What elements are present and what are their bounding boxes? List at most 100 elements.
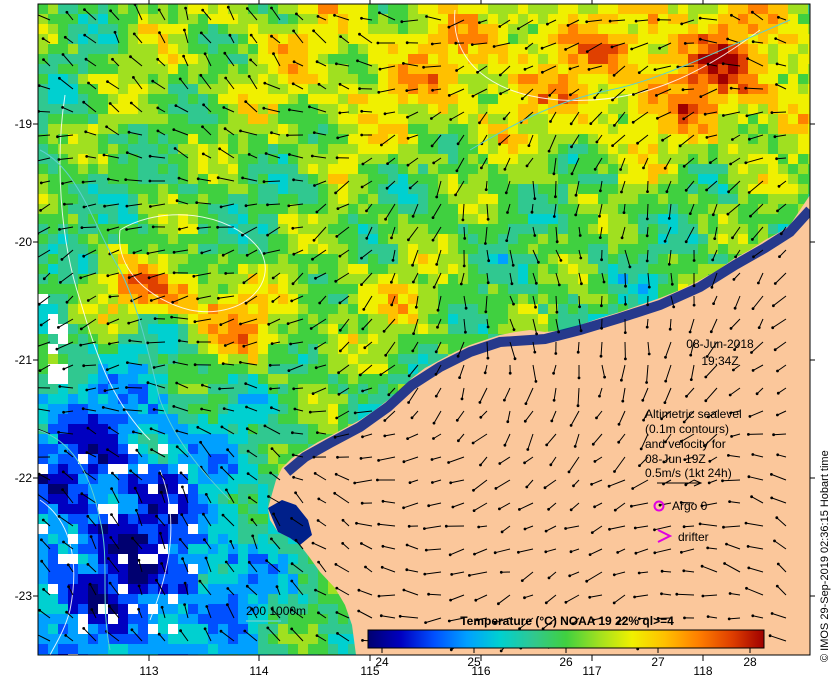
sst-cell [298, 404, 308, 414]
sst-cell [768, 124, 778, 134]
sst-cell [218, 534, 228, 544]
sst-cell [178, 24, 188, 34]
sst-cell [358, 394, 368, 404]
sst-cell [108, 254, 118, 264]
sst-cell [618, 244, 628, 254]
sst-cell [148, 124, 158, 134]
sst-cell [368, 334, 378, 344]
sst-cell [418, 314, 428, 324]
sst-cell [148, 134, 158, 144]
sst-cell [138, 104, 148, 114]
sst-cell [338, 194, 348, 204]
sst-cell [308, 614, 318, 624]
sst-cell [188, 614, 198, 624]
sst-cell [358, 214, 368, 224]
sst-cell [98, 84, 108, 94]
sst-cell [78, 194, 88, 204]
sst-cell [578, 174, 588, 184]
sst-cell [228, 324, 238, 334]
sst-cell [318, 324, 328, 334]
sst-cell [448, 64, 458, 74]
sst-cell [418, 284, 428, 294]
sst-cell [258, 274, 268, 284]
sst-cell [258, 474, 268, 484]
sst-cell [128, 94, 138, 104]
sst-cell [618, 4, 628, 14]
sst-cell [778, 74, 788, 84]
sst-cell [168, 464, 178, 474]
sst-cell [528, 294, 538, 304]
sst-cell [98, 34, 108, 44]
sst-cell [98, 404, 108, 414]
sst-cell [178, 164, 188, 174]
sst-cell [68, 114, 78, 124]
sst-cell [218, 504, 228, 514]
sst-cell [628, 64, 638, 74]
sst-cell [468, 4, 478, 14]
sst-cell [288, 94, 298, 104]
sst-cell [688, 214, 698, 224]
sst-cell [208, 24, 218, 34]
sst-cell [128, 564, 138, 574]
sst-cell [368, 114, 378, 124]
sst-cell [268, 104, 278, 114]
sst-cell [88, 114, 98, 124]
sst-cell [768, 44, 778, 54]
sst-cell [468, 114, 478, 124]
sst-cell [328, 594, 338, 604]
sst-cell [478, 54, 488, 64]
sst-cell [698, 74, 708, 84]
sst-cell [668, 224, 678, 234]
sst-cell [108, 44, 118, 54]
sst-cell [218, 414, 228, 424]
sst-cell [48, 384, 58, 394]
sst-cell [638, 264, 648, 274]
sst-cell [588, 304, 598, 314]
sst-cell [538, 134, 548, 144]
sst-cell [318, 624, 328, 634]
sst-cell [428, 194, 438, 204]
sst-cell [118, 634, 128, 644]
sst-cell [258, 544, 268, 554]
sst-cell [238, 164, 248, 174]
sst-cell [338, 244, 348, 254]
sst-cell [308, 164, 318, 174]
sst-cell [88, 24, 98, 34]
sst-cell [308, 74, 318, 84]
ocean-temperature-map[interactable]: 113 114 115 116 117 118 -19 -20 -21 -22 … [0, 0, 840, 680]
sst-cell [248, 304, 258, 314]
sst-cell [178, 254, 188, 264]
sst-cell [588, 4, 598, 14]
sst-cell [668, 274, 678, 284]
sst-cell [748, 154, 758, 164]
sst-cell [98, 44, 108, 54]
sst-cell [608, 244, 618, 254]
sst-cell [128, 594, 138, 604]
sst-cell [108, 344, 118, 354]
sst-cell [728, 54, 738, 64]
sst-cell [198, 24, 208, 34]
sst-cell [78, 264, 88, 274]
sst-cell [618, 84, 628, 94]
sst-cell [58, 494, 68, 504]
sst-cell [58, 304, 68, 314]
sst-cell [188, 444, 198, 454]
sst-cell [88, 614, 98, 624]
sst-cell [248, 144, 258, 154]
sst-cell [578, 164, 588, 174]
sst-cell [378, 134, 388, 144]
sst-cell [308, 334, 318, 344]
sst-cell [378, 94, 388, 104]
sst-cell [218, 94, 228, 104]
sst-cell [178, 324, 188, 334]
sst-cell [588, 184, 598, 194]
sst-cell [188, 204, 198, 214]
sst-cell [658, 34, 668, 44]
sst-cell [98, 24, 108, 34]
sst-cell [428, 254, 438, 264]
sst-cell [278, 234, 288, 244]
sst-cell [178, 284, 188, 294]
sst-cell [278, 24, 288, 34]
sst-cell [368, 74, 378, 84]
sst-cell [68, 484, 78, 494]
